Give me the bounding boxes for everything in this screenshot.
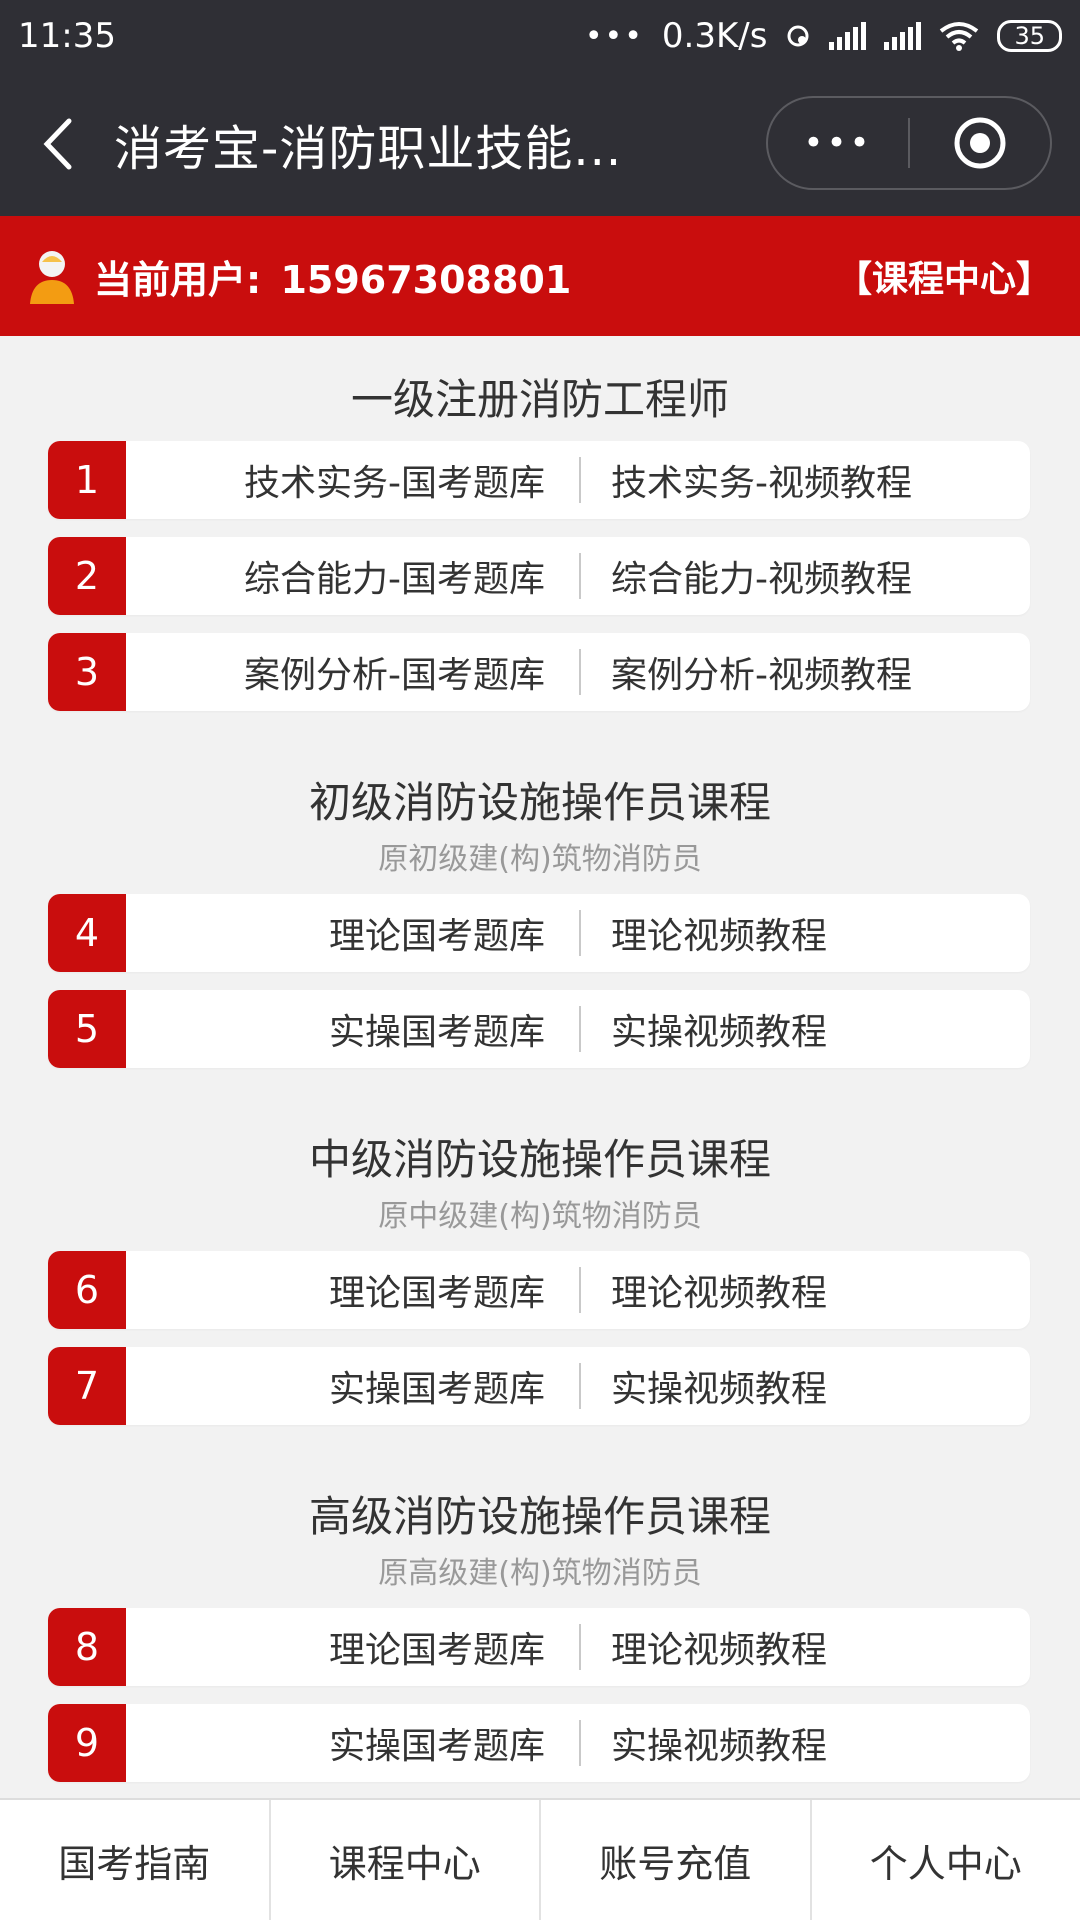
course-row: 1 技术实务-国考题库 技术实务-视频教程 [48, 441, 1030, 519]
video-course-link[interactable]: 案例分析-视频教程 [581, 646, 1030, 698]
tab-account-recharge[interactable]: 账号充值 [541, 1800, 812, 1920]
section-title: 高级消防设施操作员课程 [308, 1492, 771, 1541]
course-row: 7 实操国考题库 实操视频教程 [48, 1347, 1030, 1425]
status-indicators: ••• 0.3K/s 35 [585, 16, 1062, 56]
network-speed: 0.3K/s [661, 16, 768, 56]
user-avatar-icon [30, 251, 74, 304]
video-course-link[interactable]: 实操视频教程 [581, 1003, 1030, 1055]
current-user-phone: 15967308801 [280, 257, 572, 302]
video-course-link[interactable]: 实操视频教程 [581, 1717, 1030, 1769]
notification-dots-icon: ••• [584, 18, 644, 54]
cellular-signal-icon-2 [884, 22, 922, 50]
hd-call-icon [787, 25, 809, 47]
question-bank-link[interactable]: 综合能力-国考题库 [126, 550, 579, 602]
battery-icon: 35 [997, 20, 1062, 52]
close-miniprogram-button[interactable] [910, 115, 1050, 171]
row-number: 2 [48, 537, 126, 615]
tab-course-center[interactable]: 课程中心 [271, 1800, 541, 1920]
page-title: 消考宝-消防职业技能... [114, 121, 623, 177]
section-subtitle: 原高级建(构)筑物消防员 [378, 1556, 702, 1591]
row-number: 9 [48, 1704, 126, 1782]
course-row: 5 实操国考题库 实操视频教程 [48, 990, 1030, 1068]
section-subtitle: 原中级建(构)筑物消防员 [378, 1199, 702, 1234]
question-bank-link[interactable]: 理论国考题库 [126, 1264, 579, 1316]
mini-program-header: 消考宝-消防职业技能... ••• [0, 72, 1080, 216]
mini-program-capsule: ••• [766, 96, 1052, 190]
user-bar: 当前用户: 15967308801 【课程中心】 [0, 216, 1080, 336]
question-bank-link[interactable]: 实操国考题库 [126, 1003, 579, 1055]
question-bank-link[interactable]: 理论国考题库 [126, 907, 579, 959]
cellular-signal-icon-1 [829, 22, 867, 50]
question-bank-link[interactable]: 案例分析-国考题库 [126, 646, 579, 698]
row-number: 8 [48, 1608, 126, 1686]
row-number: 3 [48, 633, 126, 711]
video-course-link[interactable]: 理论视频教程 [581, 1264, 1030, 1316]
target-icon [954, 117, 1006, 169]
course-row: 9 实操国考题库 实操视频教程 [48, 1704, 1030, 1782]
row-number: 4 [48, 894, 126, 972]
course-row: 3 案例分析-国考题库 案例分析-视频教程 [48, 633, 1030, 711]
bottom-tab-bar: 国考指南 课程中心 账号充值 个人中心 [0, 1798, 1080, 1920]
course-list: 一级注册消防工程师 1 技术实务-国考题库 技术实务-视频教程 2 综合能力-国… [0, 336, 1080, 1782]
course-row: 4 理论国考题库 理论视频教程 [48, 894, 1030, 972]
question-bank-link[interactable]: 实操国考题库 [126, 1360, 579, 1412]
course-row: 8 理论国考题库 理论视频教程 [48, 1608, 1030, 1686]
section-title: 初级消防设施操作员课程 [308, 778, 771, 827]
more-menu-button[interactable]: ••• [768, 123, 908, 163]
tab-personal-center[interactable]: 个人中心 [812, 1800, 1080, 1920]
status-time: 11:35 [18, 16, 116, 56]
video-course-link[interactable]: 理论视频教程 [581, 907, 1030, 959]
question-bank-link[interactable]: 实操国考题库 [126, 1717, 579, 1769]
section-subtitle: 原初级建(构)筑物消防员 [378, 842, 702, 877]
current-user-label: 当前用户: [94, 257, 262, 302]
course-center-link[interactable]: 【课程中心】 [836, 250, 1052, 302]
question-bank-link[interactable]: 技术实务-国考题库 [126, 454, 579, 506]
course-row: 6 理论国考题库 理论视频教程 [48, 1251, 1030, 1329]
back-button[interactable] [18, 117, 98, 171]
video-course-link[interactable]: 综合能力-视频教程 [581, 550, 1030, 602]
row-number: 5 [48, 990, 126, 1068]
video-course-link[interactable]: 理论视频教程 [581, 1621, 1030, 1673]
video-course-link[interactable]: 技术实务-视频教程 [581, 454, 1030, 506]
course-row: 2 综合能力-国考题库 综合能力-视频教程 [48, 537, 1030, 615]
wifi-icon [940, 22, 979, 51]
section-title: 一级注册消防工程师 [350, 375, 729, 424]
question-bank-link[interactable]: 理论国考题库 [126, 1621, 579, 1673]
video-course-link[interactable]: 实操视频教程 [581, 1360, 1030, 1412]
current-user: 当前用户: 15967308801 [94, 249, 836, 304]
section-title: 中级消防设施操作员课程 [308, 1135, 771, 1184]
chevron-left-icon [43, 118, 72, 170]
row-number: 1 [48, 441, 126, 519]
status-bar: 11:35 ••• 0.3K/s 35 [0, 0, 1080, 72]
row-number: 7 [48, 1347, 126, 1425]
row-number: 6 [48, 1251, 126, 1329]
tab-exam-guide[interactable]: 国考指南 [0, 1800, 271, 1920]
